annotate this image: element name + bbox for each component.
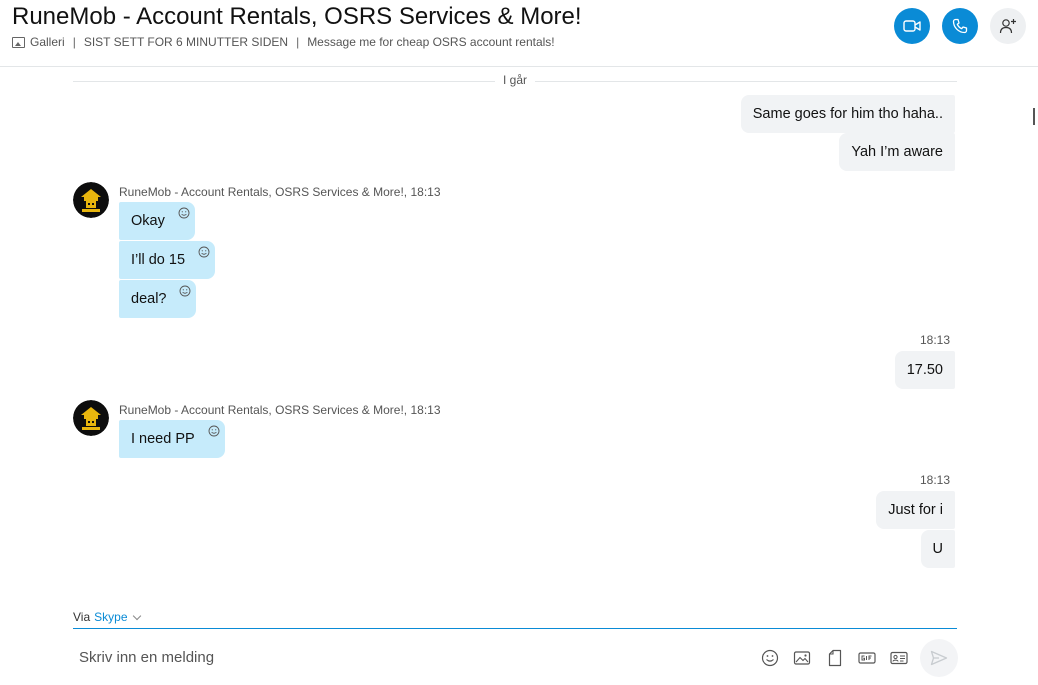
day-divider: I går — [73, 72, 957, 90]
message-text: U — [932, 541, 943, 557]
message-text: I’ll do 15 — [131, 252, 186, 268]
file-icon — [828, 649, 842, 667]
message-bubble-outgoing[interactable]: Yah I’m aware — [839, 133, 955, 171]
chat-title[interactable]: RuneMob - Account Rentals, OSRS Services… — [12, 3, 582, 31]
mood-message: Message me for cheap OSRS account rental… — [307, 35, 555, 49]
via-label: Via — [73, 610, 91, 624]
day-divider-label: I går — [494, 73, 536, 87]
avatar[interactable] — [73, 400, 109, 436]
gallery-link[interactable]: Galleri — [30, 35, 65, 49]
message-sender-line: RuneMob - Account Rentals, OSRS Services… — [119, 403, 441, 417]
add-person-icon — [999, 19, 1016, 34]
message-text: deal? — [131, 291, 167, 307]
meta-separator: | — [72, 35, 76, 49]
emoji-reaction-icon[interactable] — [208, 425, 220, 437]
message-bubble-outgoing[interactable]: 17.50 — [894, 351, 955, 389]
sender-name[interactable]: RuneMob - Account Rentals, OSRS Services… — [119, 403, 407, 417]
runemob-logo-icon — [73, 400, 109, 436]
message-input[interactable] — [73, 640, 745, 674]
message-bubble-incoming[interactable]: I need PP — [119, 420, 225, 458]
message-bubble-incoming[interactable]: Okay — [119, 202, 195, 240]
send-icon — [930, 650, 948, 666]
message-text: 17.50 — [906, 362, 943, 378]
gallery-icon[interactable] — [12, 36, 25, 48]
emoji-reaction-icon[interactable] — [178, 207, 190, 219]
audio-call-button[interactable] — [942, 8, 978, 44]
message-text: Same goes for him tho haha.. — [752, 106, 943, 122]
sender-name[interactable]: RuneMob - Account Rentals, OSRS Services… — [119, 185, 407, 199]
runemob-logo-icon — [73, 182, 109, 218]
message-bubble-incoming[interactable]: deal? — [119, 280, 197, 318]
emoji-reaction-icon[interactable] — [198, 246, 210, 258]
message-bubble-outgoing[interactable]: U — [920, 530, 955, 568]
message-bubble-incoming[interactable]: I’ll do 15 — [119, 241, 216, 279]
message-bubble-outgoing[interactable]: Same goes for him tho haha.. — [740, 95, 955, 133]
message-timestamp: 18:13 — [919, 473, 950, 487]
scrollbar-thumb[interactable] — [1033, 108, 1035, 125]
via-service-link[interactable]: Skype — [94, 610, 127, 624]
video-call-icon — [903, 20, 921, 32]
message-timestamp: 18:13 — [410, 403, 441, 417]
gif-icon — [858, 652, 876, 664]
emoji-button[interactable] — [760, 648, 780, 668]
emoji-reaction-icon[interactable] — [179, 285, 191, 297]
message-text: I need PP — [131, 431, 195, 447]
via-service-selector[interactable]: Via Skype — [73, 610, 141, 624]
emoji-icon — [761, 649, 779, 667]
avatar[interactable] — [73, 182, 109, 218]
message-timestamp: 18:13 — [919, 333, 950, 347]
contact-card-icon — [890, 651, 908, 665]
send-contact-button[interactable] — [889, 648, 909, 668]
send-image-button[interactable] — [792, 648, 812, 668]
message-text: Okay — [131, 213, 165, 229]
chevron-down-icon[interactable] — [132, 611, 141, 620]
video-call-button[interactable] — [894, 8, 930, 44]
image-icon — [793, 651, 811, 665]
send-file-button[interactable] — [825, 648, 845, 668]
meta-separator: | — [296, 35, 300, 49]
message-text: Yah I’m aware — [851, 144, 943, 160]
message-sender-line: RuneMob - Account Rentals, OSRS Services… — [119, 185, 441, 199]
chat-header: RuneMob - Account Rentals, OSRS Services… — [0, 0, 1038, 67]
chat-meta: Galleri | SIST SETT FOR 6 MINUTTER SIDEN… — [12, 35, 555, 49]
message-text: Just for i — [888, 502, 943, 518]
composer-divider — [73, 628, 957, 629]
send-gif-button[interactable] — [857, 648, 877, 668]
phone-icon — [952, 18, 968, 34]
last-seen-status: SIST SETT FOR 6 MINUTTER SIDEN — [83, 35, 289, 49]
send-button[interactable] — [920, 639, 958, 677]
add-participant-button[interactable] — [990, 8, 1026, 44]
message-timestamp: 18:13 — [410, 185, 441, 199]
message-bubble-outgoing[interactable]: Just for i — [876, 491, 955, 529]
